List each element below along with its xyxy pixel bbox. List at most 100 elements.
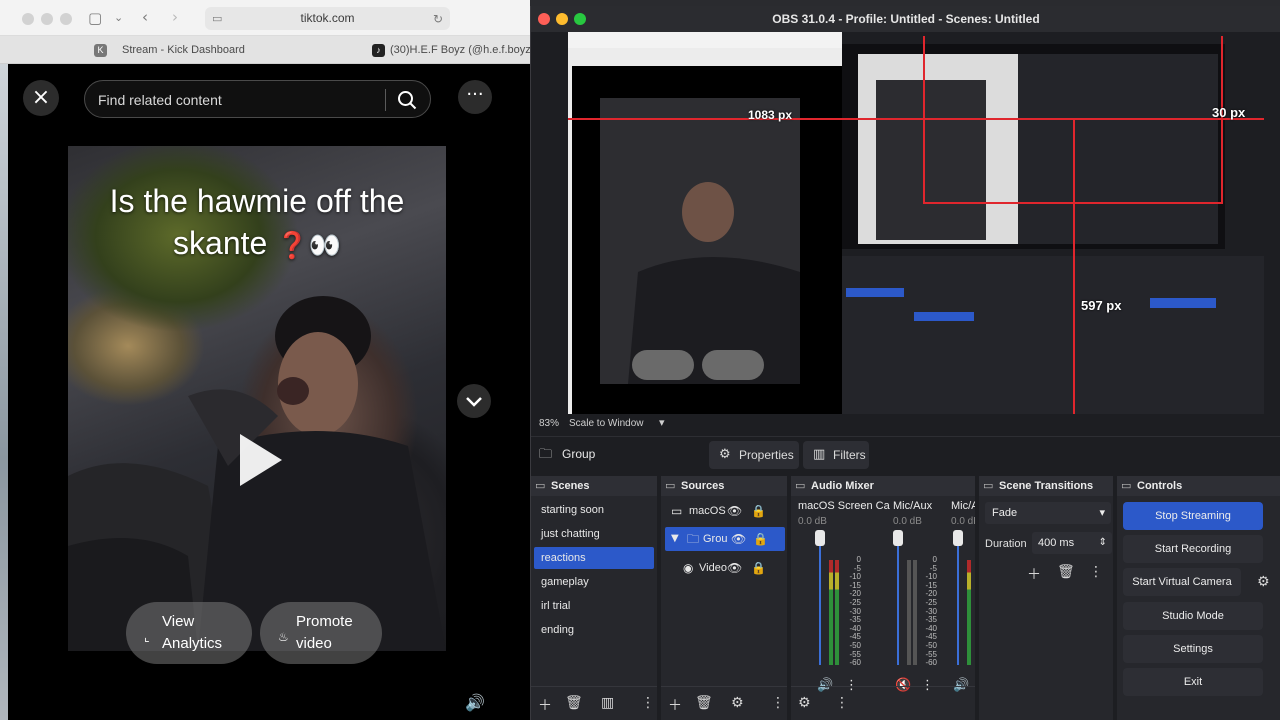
fader-knob[interactable] bbox=[953, 530, 963, 546]
lock-icon[interactable]: 🔒 bbox=[751, 499, 766, 523]
sidebar-icon[interactable]: ▢ bbox=[88, 10, 102, 26]
eye-icon[interactable]: 👁 bbox=[731, 527, 746, 551]
kick-icon: K bbox=[94, 44, 107, 57]
obs-titlebar: OBS 31.0.4 - Profile: Untitled - Scenes:… bbox=[531, 6, 1280, 32]
source-item[interactable]: ◉ Video 👁 🔒 bbox=[665, 556, 785, 580]
forward-icon[interactable]: › bbox=[172, 9, 178, 25]
address-bar[interactable]: ▭ tiktok.com ↻ bbox=[205, 7, 450, 30]
filters-button[interactable]: ▥ Filters bbox=[803, 441, 869, 469]
guide-line-v2 bbox=[923, 36, 925, 204]
level-meter bbox=[835, 560, 839, 665]
gear-icon[interactable]: ⚙ bbox=[1257, 574, 1270, 590]
search-placeholder: Find related content bbox=[98, 92, 222, 108]
expand-icon[interactable]: ▼ bbox=[671, 527, 679, 551]
screen: ▢ ⌄ ‹ › ▭ tiktok.com ↻ K Stream - Kick D… bbox=[0, 0, 1280, 720]
zoom-window-button[interactable] bbox=[60, 13, 72, 25]
stop-streaming-button[interactable]: Stop Streaming bbox=[1123, 502, 1263, 530]
add-icon[interactable]: ＋ bbox=[1027, 564, 1041, 584]
fader-knob[interactable] bbox=[893, 530, 903, 546]
lock-icon[interactable]: 🔒 bbox=[751, 556, 766, 580]
sources-toolbar: ＋ 🗑 ⚙ ⋮ bbox=[661, 686, 787, 720]
settings-button[interactable]: Settings bbox=[1123, 635, 1263, 663]
scene-item[interactable]: starting soon bbox=[534, 499, 654, 521]
monitor-icon: ▭ bbox=[671, 504, 683, 518]
gear-icon[interactable]: ⚙ bbox=[798, 695, 811, 711]
start-recording-button[interactable]: Start Recording bbox=[1123, 535, 1263, 563]
reload-icon[interactable]: ↻ bbox=[433, 11, 443, 27]
promote-video-button[interactable]: ♨ Promote video bbox=[260, 602, 382, 664]
exit-button[interactable]: Exit bbox=[1123, 668, 1263, 696]
start-virtual-camera-button[interactable]: Start Virtual Camera bbox=[1123, 568, 1241, 596]
scene-item[interactable]: irl trial bbox=[534, 595, 654, 617]
eye-icon[interactable]: 👁 bbox=[727, 556, 742, 580]
minimize-window-button[interactable] bbox=[41, 13, 53, 25]
meter-tick: -60 bbox=[925, 658, 937, 668]
fader-knob[interactable] bbox=[815, 530, 825, 546]
add-icon[interactable]: ＋ bbox=[538, 695, 552, 715]
more-icon[interactable]: ⋮ bbox=[771, 695, 785, 711]
trash-icon[interactable]: 🗑 bbox=[565, 695, 583, 711]
view-analytics-label: View bbox=[162, 613, 195, 630]
more-icon[interactable]: ⋮ bbox=[835, 695, 849, 711]
sources-dock: ▭ Sources ▭ macOS 👁 🔒 ▼ 🗀 Grou 👁 🔒 ◉ Vide… bbox=[661, 476, 787, 720]
browser-window: ▢ ⌄ ‹ › ▭ tiktok.com ↻ K Stream - Kick D… bbox=[0, 0, 530, 720]
volume-icon[interactable]: 🔊 bbox=[460, 688, 490, 718]
sources-icon: ▭ bbox=[665, 479, 676, 492]
source-item-active[interactable]: ▼ 🗀 Grou 👁 🔒 bbox=[665, 527, 785, 551]
filter-icon[interactable]: ▥ bbox=[601, 695, 614, 711]
guide-line-h2 bbox=[923, 202, 1223, 204]
trash-icon[interactable]: 🗑 bbox=[695, 695, 713, 711]
level-meter bbox=[829, 560, 833, 665]
scene-transitions-dock: ▭ Scene Transitions Fade ▾ Duration 400 m… bbox=[979, 476, 1113, 720]
channel-name: macOS Screen Ca bbox=[798, 500, 890, 512]
studio-mode-button[interactable]: Studio Mode bbox=[1123, 602, 1263, 630]
chevron-down-icon[interactable]: ⌄ bbox=[114, 10, 123, 26]
caption-line-2: skante bbox=[173, 225, 268, 261]
scene-item[interactable]: ending bbox=[534, 619, 654, 641]
trash-icon[interactable]: 🗑 bbox=[1057, 564, 1075, 580]
meter-ticks: 0 -5 -10 -15 -20 -25 -30 -35 -40 -45 -50 -55 -60 bbox=[843, 555, 861, 668]
source-item[interactable]: ▭ macOS 👁 🔒 bbox=[665, 499, 785, 523]
tab-kick-dashboard[interactable]: K Stream - Kick Dashboard bbox=[94, 36, 354, 64]
scene-item[interactable]: just chatting bbox=[534, 523, 654, 545]
scale-dropdown-icon[interactable]: ▾ bbox=[659, 416, 665, 429]
more-icon[interactable]: ⋮ bbox=[641, 695, 655, 711]
play-icon[interactable] bbox=[240, 434, 282, 486]
transition-select[interactable]: Fade ▾ bbox=[985, 502, 1111, 524]
tab-tiktok-profile[interactable]: ♪ (30)H.E.F Boyz (@h.e.f.boyz) | T bbox=[372, 36, 530, 64]
more-options-icon[interactable]: ··· bbox=[458, 80, 492, 114]
properties-button[interactable]: ⚙ Properties bbox=[709, 441, 799, 469]
scene-item-active[interactable]: reactions bbox=[534, 547, 654, 569]
flame-icon: ♨ bbox=[278, 630, 289, 644]
duration-input[interactable]: 400 ms ⇕ bbox=[1032, 532, 1112, 554]
search-icon[interactable] bbox=[397, 90, 417, 110]
add-icon[interactable]: ＋ bbox=[668, 695, 682, 715]
scale-mode[interactable]: Scale to Window bbox=[569, 418, 643, 429]
source-name: macOS bbox=[689, 505, 726, 517]
lock-icon[interactable]: 🔒 bbox=[753, 527, 768, 551]
close-icon[interactable]: × bbox=[23, 80, 59, 116]
next-video-button[interactable] bbox=[457, 384, 491, 418]
volume-fader[interactable] bbox=[819, 540, 821, 665]
volume-fader[interactable] bbox=[897, 540, 899, 665]
back-icon[interactable]: ‹ bbox=[142, 9, 148, 25]
channel-name: Mic/A bbox=[951, 500, 975, 512]
obs-preview-canvas[interactable]: 1083 px 30 px 597 px bbox=[568, 32, 1264, 414]
guide-line-v bbox=[1073, 118, 1075, 414]
volume-fader[interactable] bbox=[957, 540, 959, 665]
view-analytics-button[interactable]: ⌞ View Analytics bbox=[126, 602, 252, 664]
mixer-header: ▭ Audio Mixer bbox=[791, 476, 975, 496]
search-input[interactable]: Find related content bbox=[84, 80, 431, 118]
more-icon[interactable]: ⋮ bbox=[1089, 564, 1103, 580]
scene-item[interactable]: gameplay bbox=[534, 571, 654, 593]
close-window-button[interactable] bbox=[22, 13, 34, 25]
audio-mixer-dock: ▭ Audio Mixer macOS Screen Ca 0.0 dB 0 -5-… bbox=[791, 476, 975, 720]
scenes-toolbar: ＋ 🗑 ▥ ⋮ bbox=[531, 686, 657, 720]
eye-icon[interactable]: 👁 bbox=[727, 499, 742, 523]
gear-icon[interactable]: ⚙ bbox=[731, 695, 744, 711]
browser-toolbar: ▢ ⌄ ‹ › ▭ tiktok.com ↻ bbox=[0, 0, 530, 36]
mixer-icon: ▭ bbox=[795, 479, 806, 492]
stepper-icon[interactable]: ⇕ bbox=[1099, 532, 1107, 554]
caption-emoji: ❓👀 bbox=[276, 230, 341, 260]
channel-db: 0.0 dB bbox=[893, 516, 922, 527]
